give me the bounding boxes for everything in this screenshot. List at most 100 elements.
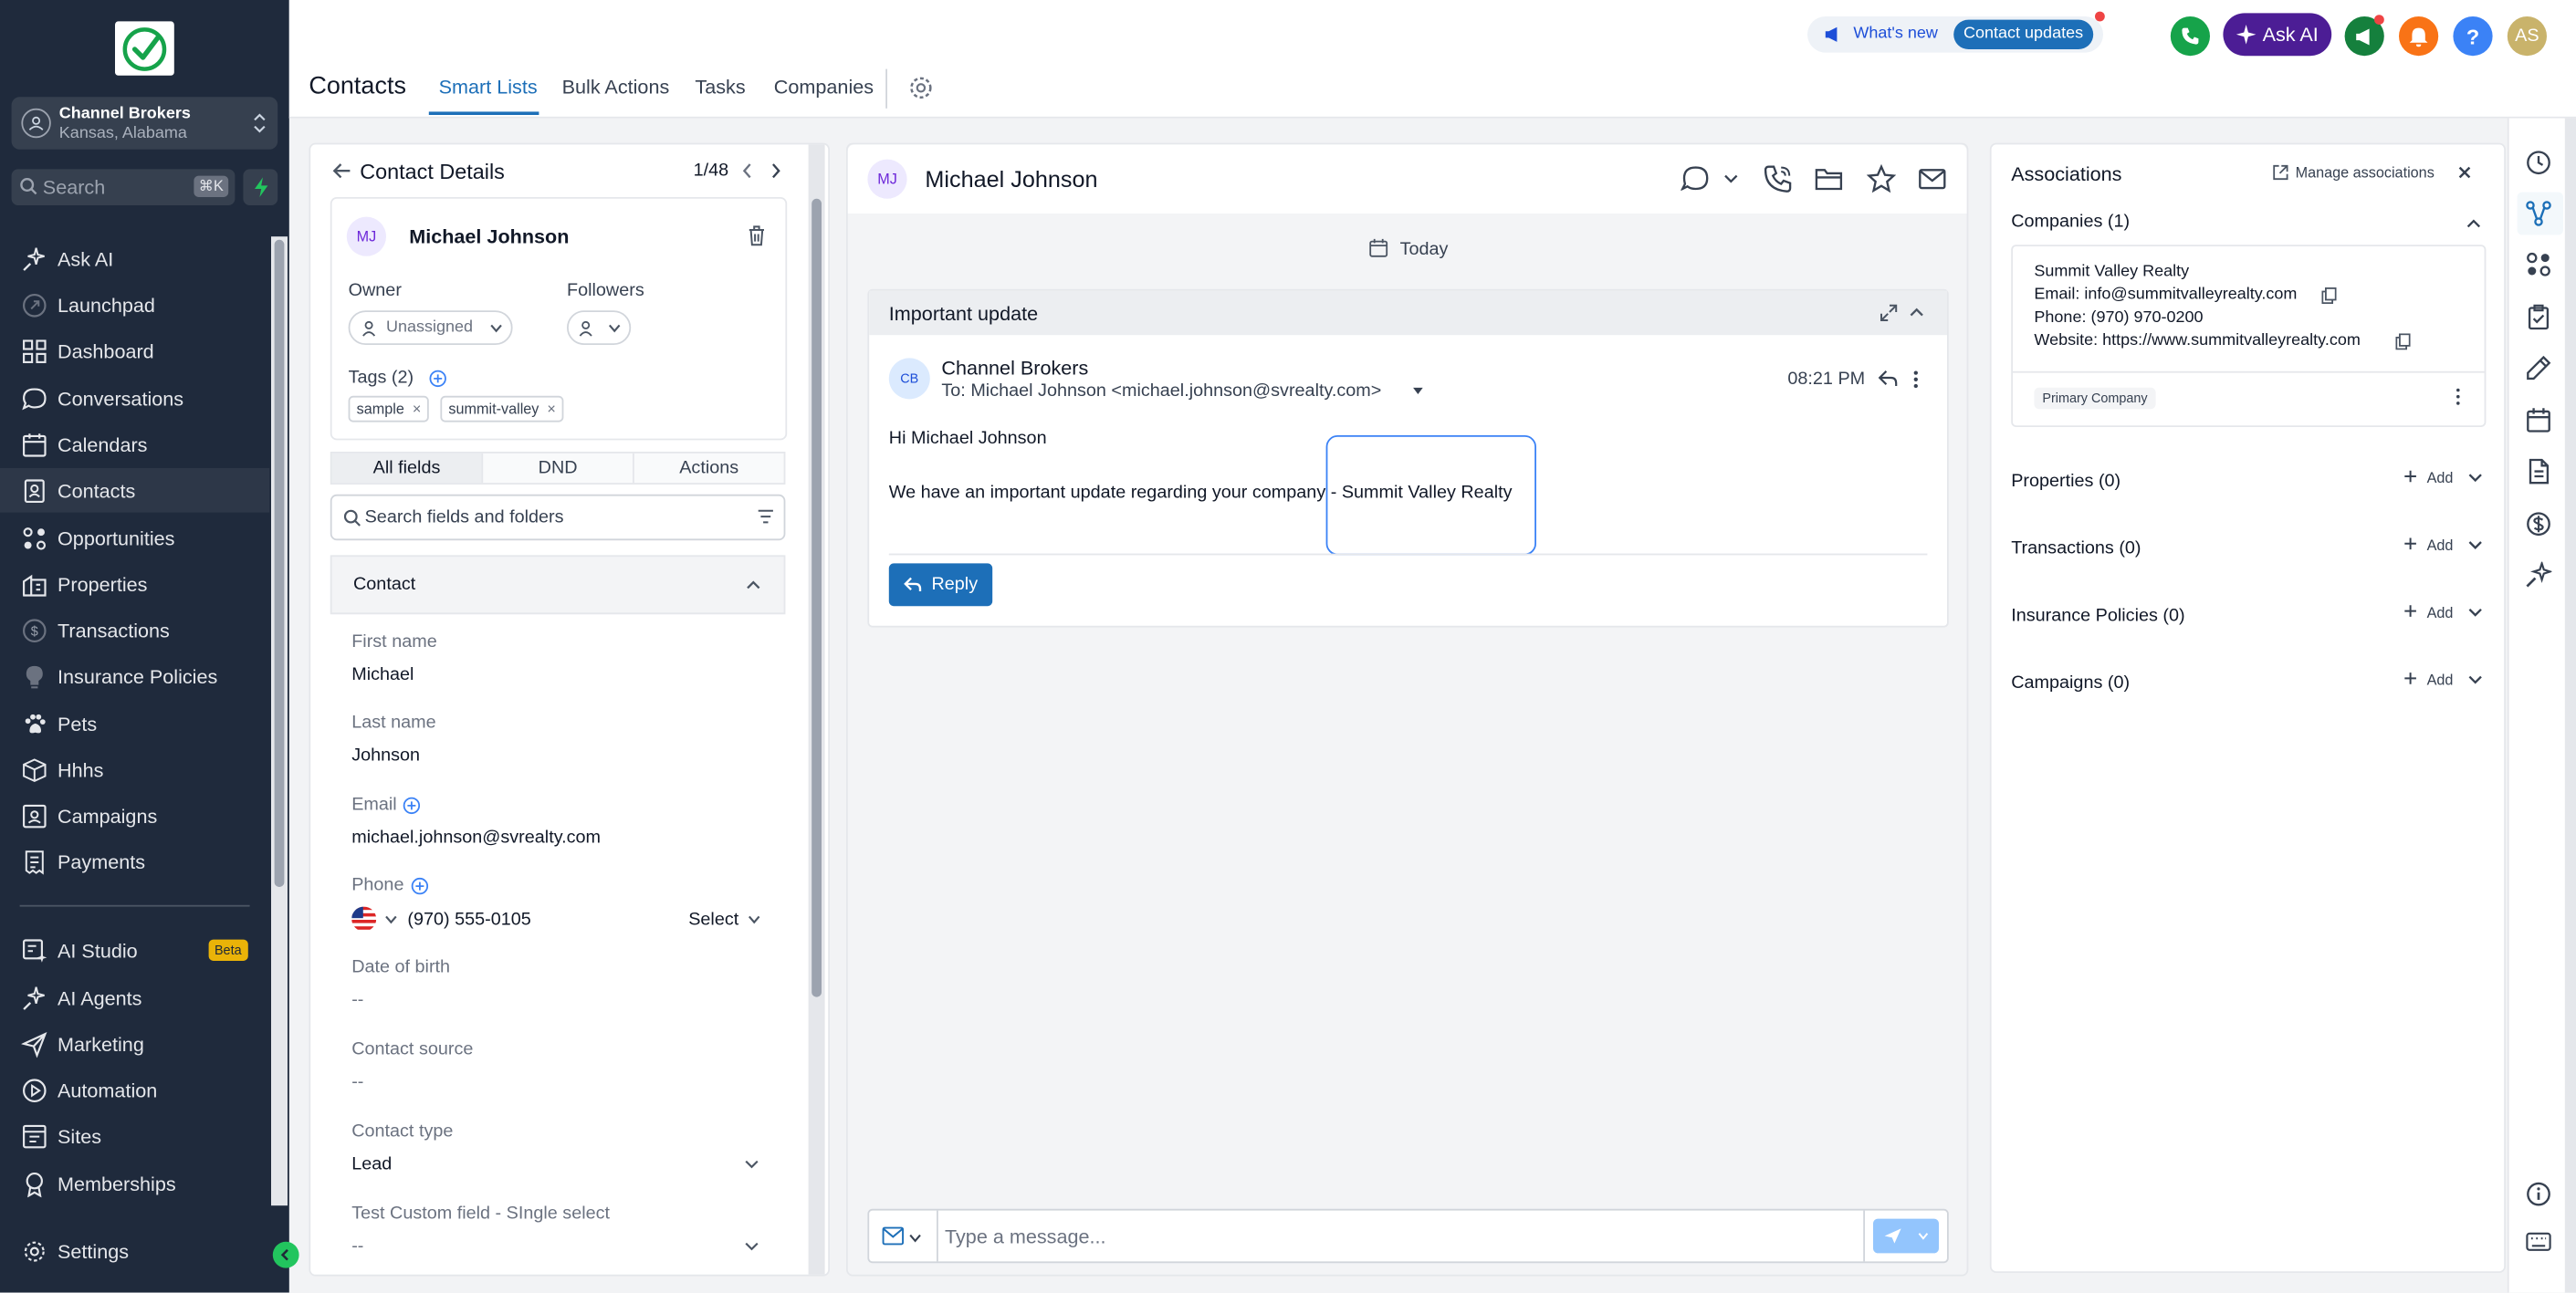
composer-input[interactable]: Type a message... (945, 1225, 1106, 1248)
tab-companies[interactable]: Companies (774, 76, 874, 99)
star-icon[interactable] (1866, 164, 1897, 193)
mail-icon[interactable] (1918, 164, 1947, 193)
sidebar-search[interactable]: Search ⌘K (11, 169, 236, 205)
plus-icon[interactable] (2403, 604, 2416, 617)
remove-tag-icon[interactable]: × (547, 398, 555, 421)
notifications-button[interactable] (2399, 16, 2439, 57)
phone-value[interactable]: (970) 555-0105 (407, 910, 530, 930)
source-value[interactable]: -- (351, 1072, 363, 1092)
subtab-dnd[interactable]: DND (481, 453, 633, 484)
email-channel-icon[interactable] (882, 1226, 904, 1246)
chevron-up-icon[interactable] (1910, 308, 1924, 318)
help-button[interactable]: ? (2453, 16, 2493, 57)
reply-button[interactable]: Reply (888, 563, 993, 607)
dob-value[interactable]: -- (351, 990, 363, 1010)
phone-button[interactable] (2170, 16, 2210, 57)
plus-icon[interactable] (2403, 537, 2416, 550)
send-button[interactable] (1873, 1218, 1939, 1254)
add-link[interactable]: Add (2427, 604, 2454, 620)
details-scrollbar[interactable] (808, 144, 825, 1275)
email-value[interactable]: michael.johnson@svrealty.com (351, 828, 601, 848)
sidebar-item-opportunities[interactable]: Opportunities (0, 516, 269, 560)
add-tag-icon[interactable] (429, 370, 447, 388)
account-switcher[interactable]: Channel Brokers Kansas, Alabama (11, 97, 278, 150)
chevron-down-icon[interactable] (1723, 174, 1738, 184)
collapse-sidebar-button[interactable] (272, 1241, 299, 1268)
association-section-campaigns[interactable]: Campaigns (0) Add (1992, 672, 2505, 701)
expand-icon[interactable] (1880, 304, 1898, 322)
ai-sparkles-icon[interactable] (2524, 560, 2553, 589)
sidebar-item-properties[interactable]: Properties (0, 562, 269, 607)
add-link[interactable]: Add (2427, 537, 2454, 554)
copy-icon[interactable] (2395, 333, 2411, 350)
sidebar-item-settings[interactable]: Settings (0, 1228, 269, 1273)
notes-pen-icon[interactable] (2524, 353, 2553, 382)
page-scrollbar[interactable] (2564, 118, 2576, 1293)
quick-action-button[interactable] (243, 169, 278, 205)
last-name-value[interactable]: Johnson (351, 746, 420, 766)
chevron-down-icon[interactable] (908, 1234, 921, 1244)
plus-icon[interactable] (2403, 672, 2416, 684)
add-email-icon[interactable] (403, 797, 421, 815)
back-arrow-icon[interactable] (332, 161, 352, 181)
calendar-icon[interactable] (2524, 406, 2553, 435)
sidebar-item-campaigns[interactable]: Campaigns (0, 793, 269, 838)
tab-tasks[interactable]: Tasks (695, 76, 745, 99)
more-vertical-icon[interactable] (2455, 388, 2461, 406)
apps-icon[interactable] (2524, 250, 2553, 279)
sidebar-item-ask-ai[interactable]: Ask AI (0, 236, 269, 281)
info-icon[interactable] (2524, 1179, 2553, 1208)
chevron-down-icon[interactable] (744, 1242, 759, 1252)
phone-type-select[interactable]: Select (688, 910, 738, 930)
folder-icon[interactable] (1814, 164, 1843, 193)
field-search-input[interactable]: Search fields and folders (330, 494, 786, 541)
association-section-properties[interactable]: Properties (0) Add (1992, 470, 2505, 499)
call-icon[interactable] (1763, 164, 1792, 193)
custom-field-value[interactable]: -- (351, 1236, 363, 1257)
association-section-transactions[interactable]: Transactions (0) Add (1992, 537, 2505, 567)
more-vertical-icon[interactable] (1912, 370, 1919, 390)
history-icon[interactable] (2524, 148, 2553, 177)
trash-icon[interactable] (748, 225, 766, 246)
chevron-down-icon[interactable] (744, 1160, 759, 1170)
keyboard-icon[interactable] (2524, 1227, 2553, 1257)
manage-associations-link[interactable]: Manage associations (2296, 164, 2435, 181)
contact-updates-badge[interactable]: Contact updates (1953, 19, 2093, 49)
sidebar-item-dashboard[interactable]: Dashboard (0, 328, 269, 373)
caret-down-icon[interactable] (1413, 387, 1423, 394)
next-contact-icon[interactable] (769, 162, 781, 179)
sidebar-scrollbar[interactable] (271, 236, 288, 1206)
sidebar-item-contacts[interactable]: Contacts (0, 468, 270, 513)
settings-gear-icon[interactable] (908, 76, 933, 100)
tag-chip[interactable]: summit-valley × (440, 395, 564, 422)
owner-select[interactable]: Unassigned (348, 310, 513, 345)
close-icon[interactable] (2458, 166, 2471, 179)
chevron-down-icon[interactable] (2468, 675, 2483, 685)
add-link[interactable]: Add (2427, 470, 2454, 486)
sidebar-item-pets[interactable]: Pets (0, 702, 269, 746)
chevron-down-icon[interactable] (2468, 540, 2483, 550)
sidebar-item-transactions[interactable]: $ Transactions (0, 608, 269, 652)
sidebar-item-conversations[interactable]: Conversations (0, 376, 269, 421)
followers-select[interactable] (567, 310, 632, 345)
reply-icon[interactable] (1878, 370, 1898, 388)
sidebar-item-ai-studio[interactable]: AI Studio Beta (0, 928, 269, 973)
company-name[interactable]: Summit Valley Realty (2034, 263, 2189, 281)
add-phone-icon[interactable] (411, 877, 429, 895)
us-flag-icon[interactable] (351, 906, 377, 932)
whats-new-pill[interactable]: What's new Contact updates (1807, 16, 2103, 53)
type-value[interactable]: Lead (351, 1154, 392, 1174)
prev-contact-icon[interactable] (741, 162, 754, 179)
chevron-down-icon[interactable] (2468, 473, 2483, 483)
document-icon[interactable] (2524, 456, 2553, 485)
tag-chip[interactable]: sample × (348, 395, 430, 422)
subtab-actions[interactable]: Actions (633, 453, 784, 484)
plus-icon[interactable] (2403, 470, 2416, 483)
payments-icon[interactable] (2524, 509, 2553, 538)
first-name-value[interactable]: Michael (351, 665, 414, 685)
sidebar-item-launchpad[interactable]: Launchpad (0, 283, 269, 328)
chat-channel-icon[interactable] (1681, 164, 1710, 193)
tab-smart-lists[interactable]: Smart Lists (439, 76, 538, 99)
add-link[interactable]: Add (2427, 672, 2454, 688)
chevron-down-icon[interactable] (384, 915, 397, 925)
